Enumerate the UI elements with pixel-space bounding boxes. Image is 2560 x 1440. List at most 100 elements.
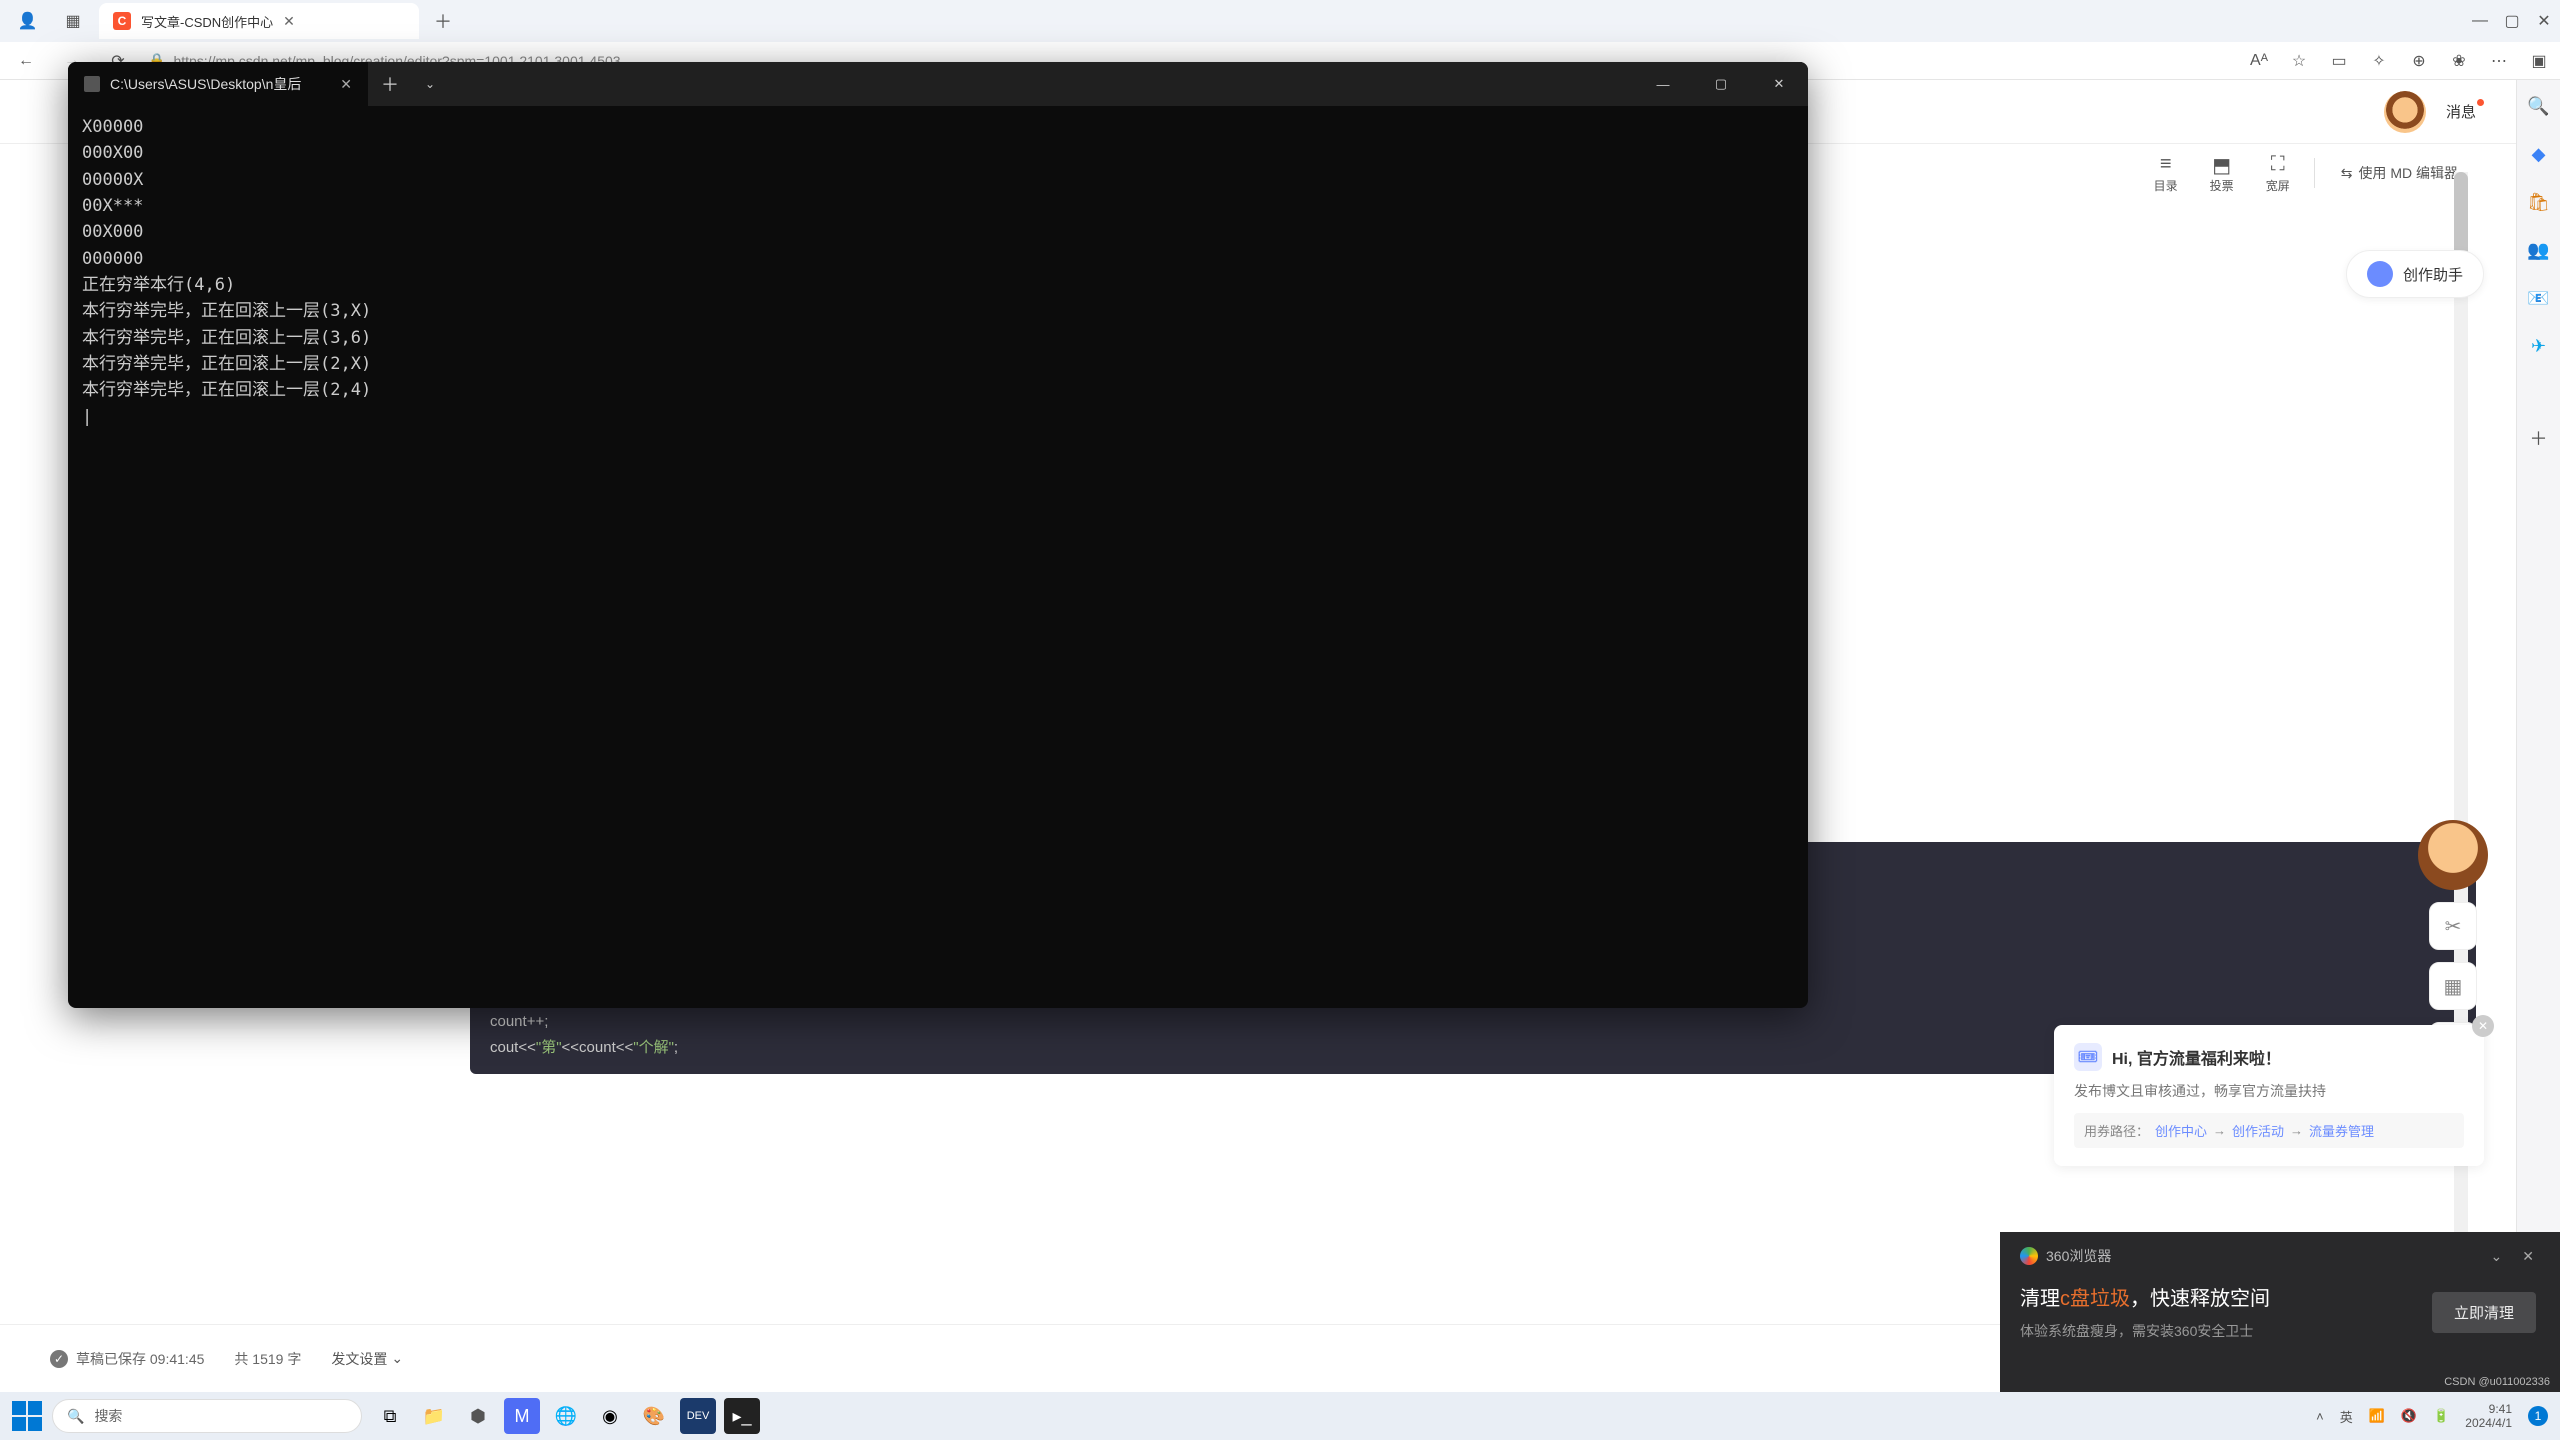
promo-title: Hi, 官方流量福利来啦！ bbox=[2112, 1045, 2281, 1069]
messages-link[interactable]: 消息 bbox=[2446, 101, 2476, 122]
tab-close-icon[interactable]: ✕ bbox=[283, 13, 295, 30]
tab-overview-icon[interactable]: ▦ bbox=[59, 7, 87, 35]
save-status: ✓ 草稿已保存 09:41:45 bbox=[50, 1349, 204, 1369]
chrome-icon[interactable]: ◉ bbox=[592, 1398, 628, 1434]
ime-indicator[interactable]: 英 bbox=[2340, 1407, 2353, 1426]
notification-badge[interactable]: 1 bbox=[2528, 1406, 2548, 1426]
expand-icon: ⛶ bbox=[2271, 153, 2285, 175]
outlook-icon[interactable]: 📧 bbox=[2527, 286, 2551, 310]
promo-subtitle: 发布博文且审核通过，畅享官方流量扶持 bbox=[2074, 1081, 2464, 1101]
toast-action-button[interactable]: 立即清理 bbox=[2432, 1292, 2536, 1333]
gift-icon: 🎟 bbox=[2074, 1043, 2102, 1071]
sidebar-toggle-icon[interactable]: ▣ bbox=[2528, 50, 2550, 72]
toolbar-label: 目录 bbox=[2154, 177, 2178, 194]
edge-sidebar: 🔍 ◆ 🛍 👥 📧 ✈ ＋ bbox=[2516, 80, 2560, 1392]
back-button[interactable]: ← bbox=[10, 45, 42, 77]
screenshot-tool-icon[interactable]: ✂ bbox=[2429, 902, 2477, 950]
read-aloud-icon[interactable]: Aᴬ bbox=[2248, 50, 2270, 72]
people-icon[interactable]: 👥 bbox=[2527, 238, 2551, 262]
wifi-icon[interactable]: 📶 bbox=[2369, 1408, 2385, 1424]
taskbar-search[interactable]: 🔍 搜索 bbox=[52, 1399, 362, 1433]
new-tab-button[interactable]: ＋ bbox=[427, 5, 459, 37]
app-icon[interactable]: 🎨 bbox=[636, 1398, 672, 1434]
toolbar-label: 投票 bbox=[2210, 177, 2234, 194]
tray-chevron-icon[interactable]: ˄ bbox=[2316, 1409, 2324, 1424]
devcpp-icon[interactable]: DEV bbox=[680, 1398, 716, 1434]
terminal-taskbar-icon[interactable]: ▸_ bbox=[724, 1398, 760, 1434]
diamond-icon[interactable]: ◆ bbox=[2527, 142, 2551, 166]
bot-icon bbox=[2367, 261, 2393, 287]
terminal-new-tab-button[interactable]: ＋ bbox=[368, 62, 412, 106]
terminal-minimize-icon[interactable]: — bbox=[1634, 62, 1692, 106]
terminal-dropdown-icon[interactable]: ⌄ bbox=[412, 62, 448, 106]
terminal-tab-title: C:\Users\ASUS\Desktop\n皇后 bbox=[110, 74, 301, 94]
separator bbox=[2314, 158, 2315, 188]
taskbar-clock[interactable]: 9:412024/4/1 bbox=[2465, 1402, 2512, 1431]
check-icon: ✓ bbox=[50, 1350, 68, 1368]
task-view-icon[interactable]: ⧉ bbox=[372, 1398, 408, 1434]
window-minimize-icon[interactable]: — bbox=[2464, 5, 2496, 37]
publish-settings[interactable]: 发文设置⌄ bbox=[331, 1349, 403, 1369]
add-icon[interactable]: ＋ bbox=[2527, 426, 2551, 450]
start-button[interactable] bbox=[12, 1401, 42, 1431]
promo-link[interactable]: 创作中心 bbox=[2155, 1121, 2207, 1140]
watermark: CSDN @u011002336 bbox=[2444, 1376, 2550, 1388]
swap-icon: ⇆ bbox=[2341, 165, 2353, 182]
terminal-tab[interactable]: C:\Users\ASUS\Desktop\n皇后 ✕ bbox=[68, 62, 368, 106]
toolbar-label: 宽屏 bbox=[2266, 177, 2290, 194]
mascot-icon[interactable] bbox=[2418, 820, 2488, 890]
promo-card: ✕ 🎟 Hi, 官方流量福利来啦！ 发布博文且审核通过，畅享官方流量扶持 用券路… bbox=[2054, 1025, 2484, 1166]
terminal-close-icon[interactable]: ✕ bbox=[1750, 62, 1808, 106]
toolbar-widescreen[interactable]: ⛶ 宽屏 bbox=[2250, 153, 2306, 194]
app-icon[interactable]: ⬢ bbox=[460, 1398, 496, 1434]
promo-link[interactable]: 流量券管理 bbox=[2309, 1121, 2374, 1140]
profile-icon[interactable]: 👤 bbox=[16, 10, 39, 33]
360-logo-icon bbox=[2020, 1247, 2038, 1265]
use-md-editor-button[interactable]: ⇆ 使用 MD 编辑器 bbox=[2323, 163, 2476, 183]
md-label: 使用 MD 编辑器 bbox=[2358, 163, 2458, 183]
favorites-bar-icon[interactable]: ✧ bbox=[2368, 50, 2390, 72]
list-icon: ≡ bbox=[2160, 153, 2172, 175]
toast-360: 360浏览器 ⌄ ✕ 清理c盘垃圾，快速释放空间 体验系统盘瘦身，需安装360安… bbox=[2000, 1232, 2560, 1392]
edge-icon[interactable]: 🌐 bbox=[548, 1398, 584, 1434]
tab-title: 写文章-CSDN创作中心 bbox=[141, 12, 273, 31]
taskbar: 🔍 搜索 ⧉ 📁 ⬢ M 🌐 ◉ 🎨 DEV ▸_ ˄ 英 📶 🔇 🔋 9:41… bbox=[0, 1392, 2560, 1440]
window-maximize-icon[interactable]: ▢ bbox=[2496, 5, 2528, 37]
browser-tab[interactable]: C 写文章-CSDN创作中心 ✕ bbox=[99, 3, 419, 39]
chevron-down-icon: ⌄ bbox=[391, 1350, 403, 1367]
window-close-icon[interactable]: ✕ bbox=[2528, 5, 2560, 37]
qrcode-tool-icon[interactable]: ▦ bbox=[2429, 962, 2477, 1010]
assistant-button[interactable]: 创作助手 bbox=[2346, 250, 2484, 298]
vote-icon: ⬒ bbox=[2212, 153, 2231, 175]
promo-link[interactable]: 创作活动 bbox=[2232, 1121, 2284, 1140]
terminal-tab-icon bbox=[84, 76, 100, 92]
shopping-icon[interactable]: 🛍 bbox=[2527, 190, 2551, 214]
favorite-icon[interactable]: ☆ bbox=[2288, 50, 2310, 72]
search-placeholder: 搜索 bbox=[94, 1406, 122, 1426]
extensions-icon[interactable]: ⊕ bbox=[2408, 50, 2430, 72]
explorer-icon[interactable]: 📁 bbox=[416, 1398, 452, 1434]
search-icon: 🔍 bbox=[67, 1408, 84, 1425]
word-count: 共 1519 字 bbox=[234, 1349, 301, 1369]
terminal-output[interactable]: X00000 000X00 00000X 00X*** 00X000 00000… bbox=[68, 106, 1808, 438]
avatar[interactable] bbox=[2384, 91, 2426, 133]
toolbar-toc[interactable]: ≡ 目录 bbox=[2138, 153, 2194, 194]
toast-brand: 360浏览器 bbox=[2046, 1246, 2111, 1266]
promo-path: 用券路径： 创作中心 → 创作活动 → 流量券管理 bbox=[2074, 1113, 2464, 1148]
battery-icon[interactable]: 🔋 bbox=[2433, 1408, 2449, 1424]
terminal-window: C:\Users\ASUS\Desktop\n皇后 ✕ ＋ ⌄ — ▢ ✕ X0… bbox=[68, 62, 1808, 1008]
volume-icon[interactable]: 🔇 bbox=[2401, 1408, 2417, 1424]
ext-flower-icon[interactable]: ❀ bbox=[2448, 50, 2470, 72]
toast-close-icon[interactable]: ✕ bbox=[2516, 1248, 2540, 1265]
send-icon[interactable]: ✈ bbox=[2527, 334, 2551, 358]
terminal-maximize-icon[interactable]: ▢ bbox=[1692, 62, 1750, 106]
toast-collapse-icon[interactable]: ⌄ bbox=[2485, 1248, 2509, 1265]
promo-close-icon[interactable]: ✕ bbox=[2472, 1015, 2494, 1037]
terminal-tab-close-icon[interactable]: ✕ bbox=[340, 76, 352, 93]
collections-icon[interactable]: ▭ bbox=[2328, 50, 2350, 72]
toolbar-vote[interactable]: ⬒ 投票 bbox=[2194, 153, 2250, 194]
more-icon[interactable]: ⋯ bbox=[2488, 50, 2510, 72]
tab-favicon: C bbox=[113, 12, 131, 30]
search-icon[interactable]: 🔍 bbox=[2527, 94, 2551, 118]
app-icon[interactable]: M bbox=[504, 1398, 540, 1434]
